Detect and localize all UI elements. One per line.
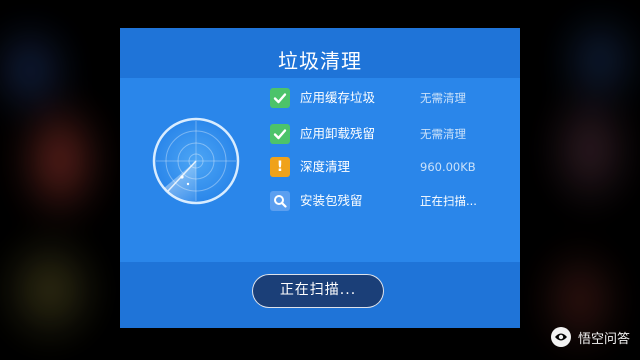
scan-item-label: 应用缓存垃圾: [300, 90, 376, 105]
radar-scan-icon: [152, 117, 240, 205]
scan-item-status: 正在扫描...: [420, 194, 477, 208]
scan-item-uninstall-residue: 应用卸载残留 无需清理: [270, 123, 500, 145]
scan-item-app-cache: 应用缓存垃圾 无需清理: [270, 87, 500, 109]
blurred-background-right: [530, 0, 640, 360]
wukong-logo-icon: [550, 327, 571, 347]
blurred-background-left: [0, 0, 110, 360]
scanning-button[interactable]: 正在扫描...: [252, 274, 384, 308]
scan-content: 应用缓存垃圾 无需清理 应用卸载残留 无需清理 ! 深度清理 960.00KB …: [120, 78, 520, 262]
watermark-text: 悟空问答: [577, 331, 630, 347]
scan-item-label: 安装包残留: [300, 193, 363, 208]
cleanup-dialog: 垃圾清理 应用缓存垃圾 无需清理 应用卸载残留 无需清理 ! 深度清理 960.…: [120, 28, 520, 328]
check-icon: [270, 124, 290, 144]
search-icon: [270, 191, 290, 211]
screen: 垃圾清理 应用缓存垃圾 无需清理 应用卸载残留 无需清理 ! 深度清理 960.…: [0, 0, 640, 360]
check-icon: [270, 88, 290, 108]
scan-item-deep-clean: ! 深度清理 960.00KB: [270, 156, 500, 178]
scan-item-label: 应用卸载残留: [300, 126, 376, 141]
dialog-title: 垃圾清理: [278, 49, 362, 73]
warning-icon: !: [270, 157, 290, 177]
scan-item-label: 深度清理: [300, 159, 351, 174]
scan-item-status: 无需清理: [420, 127, 466, 141]
scan-item-status: 无需清理: [420, 91, 466, 105]
scan-item-install-package: 安装包残留 正在扫描...: [270, 190, 500, 212]
watermark: 悟空问答: [550, 326, 630, 348]
scan-item-status: 960.00KB: [420, 160, 476, 174]
